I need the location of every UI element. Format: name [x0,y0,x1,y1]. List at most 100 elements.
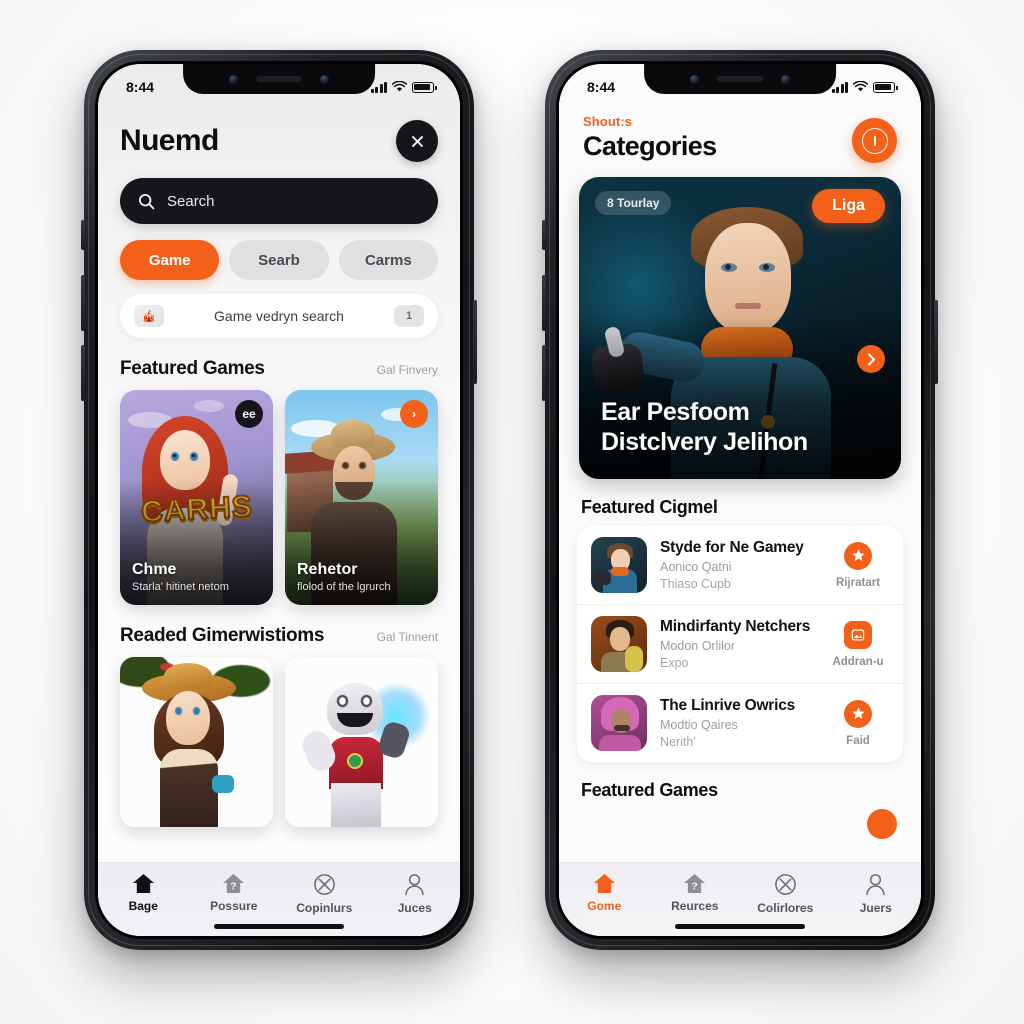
list-item-name: The Linrive Owrics [660,697,796,714]
hero-title-line1: Ear Pesfoom [601,398,750,426]
person-icon [405,874,424,896]
nav-item-possure[interactable]: ? Possure [199,873,269,913]
card-badge-icon[interactable]: › [400,400,428,428]
hero-banner-card[interactable]: 8 Tourlay Liga Ear Pesfoom Distclvery Je… [579,177,901,479]
left-phone-mute-button[interactable] [81,220,85,250]
status-time: 8:44 [587,79,616,95]
nav-item-colirlores[interactable]: Colirlores [750,873,820,915]
hero-title-line2: Distclvery Jelihon [601,427,808,456]
search-placeholder: Search [167,192,215,210]
power-circle-button[interactable] [852,118,897,163]
status-time: 8:44 [126,79,155,95]
star-icon [851,549,865,561]
question-house-icon: ? [223,873,245,894]
list-item[interactable]: Styde for Ne Gamey Aonico Qatni Thiaso C… [577,526,903,604]
right-phone-device: 8:44 Shout:s Categories 8 Tourlay Liga E… [542,50,938,950]
home-icon [132,873,154,894]
recommended-more-link[interactable]: Gal Tinnent [377,630,438,644]
list-item-sub2: Thiaso Cupb [660,577,731,591]
nav-item-bage[interactable]: Bage [108,873,178,913]
search-icon [138,193,155,209]
right-phone-volume-down-button[interactable] [542,345,546,401]
nav-item-juers[interactable]: Juers [841,873,911,915]
right-phone-volume-up-button[interactable] [542,275,546,331]
list-item[interactable]: The Linrive Owrics Modtio Qaires Nerith' [577,683,903,762]
featured-games-header: Featured Games Gal Finvery [98,338,460,390]
nav-item-copinlurs[interactable]: Copinlurs [289,873,359,915]
hero-tag-badge: 8 Tourlay [595,191,672,215]
left-bottom-nav: Bage ? Possure Copinlurs Juces [98,862,460,936]
chip-searb[interactable]: Searb [229,240,329,280]
home-indicator[interactable] [675,924,805,929]
left-status-bar: 8:44 [98,64,460,104]
chevron-right-icon [867,353,875,365]
recommended-row [98,657,460,827]
list-item-action[interactable]: Faid [846,735,870,747]
right-status-bar: 8:44 [559,64,921,104]
right-phone-screen: 8:44 Shout:s Categories 8 Tourlay Liga E… [559,64,921,936]
list-item-sub1: Aonico Qatni [660,560,732,574]
list-item-action[interactable]: Addran-u [832,656,883,668]
list-item[interactable]: Mindirfanty Netchers Modon Orlilor Expo [577,604,903,683]
list-item-thumbnail [591,616,647,672]
header-eyebrow: Shout:s [583,114,633,129]
card-title: Chme [132,561,177,578]
home-indicator[interactable] [214,924,344,929]
nav-item-gome[interactable]: Gome [569,873,639,913]
list-item-sub2: Expo [660,656,689,670]
list-item-thumbnail [591,537,647,593]
featured-game-card[interactable]: CARHS ee Chme Starla' hitinet netom [120,390,273,605]
left-phone-bezel: 8:44 Nuemd Search Game Searb Carms 🎪 Gam… [95,61,463,939]
featured-games-peek-badge[interactable] [867,809,897,839]
page-title: Categories [583,131,717,161]
hero-next-button[interactable] [857,345,885,373]
nav-label: Copinlurs [296,901,353,915]
cellular-bars-icon [831,81,848,93]
chip-carms[interactable]: Carms [338,240,438,280]
recommended-card[interactable] [120,657,273,827]
card-title: Rehetor [297,561,358,578]
right-phone-power-button[interactable] [934,300,938,384]
close-button[interactable] [396,120,438,162]
wifi-icon [853,81,868,92]
star-button[interactable] [844,541,872,570]
battery-icon [412,81,437,93]
left-phone-volume-down-button[interactable] [81,345,85,401]
svg-text:?: ? [692,881,698,893]
suggestion-badge: 1 [394,305,424,327]
nav-label: Reurces [671,899,719,913]
right-phone-mute-button[interactable] [542,220,546,250]
svg-text:?: ? [231,881,237,893]
wifi-icon [392,81,407,92]
left-phone-power-button[interactable] [473,300,477,384]
person-icon [866,874,885,896]
featured-games-more-link[interactable]: Gal Finvery [377,363,438,377]
nav-item-juces[interactable]: Juces [380,873,450,915]
home-icon [593,873,615,894]
left-app-root: 8:44 Nuemd Search Game Searb Carms 🎪 Gam… [98,64,460,936]
page-title: Nuemd [120,124,219,157]
search-suggestion-row[interactable]: 🎪 Game vedryn search 1 [120,294,438,338]
featured-games-title: Featured Games [120,358,265,379]
recommended-card[interactable] [285,657,438,827]
list-item-name: Mindirfanty Netchers [660,618,811,635]
chip-game[interactable]: Game [120,240,220,280]
nav-item-reurces[interactable]: ? Reurces [660,873,730,913]
star-button[interactable] [844,699,872,728]
list-item-sub2: Nerith' [660,735,696,749]
list-item-sub1: Modon Orlilor [660,639,736,653]
right-header: Shout:s Categories [559,104,921,163]
nav-label: Bage [128,899,158,913]
search-input[interactable]: Search [120,178,438,224]
featured-games-peek-row [577,807,903,847]
card-badge-icon[interactable]: ee [235,400,263,428]
featured-game-card[interactable]: › Rehetor flolod of the lgrurch [285,390,438,605]
hero-liga-button[interactable]: Liga [812,189,885,223]
left-phone-volume-up-button[interactable] [81,275,85,331]
image-button[interactable] [844,620,872,649]
list-item-action[interactable]: Rijratart [836,577,880,589]
suggestion-label: Game vedryn search [214,308,344,324]
compass-x-icon [313,874,335,895]
card-subtitle: Starla' hitinet netom [132,581,229,593]
close-icon [411,135,423,147]
